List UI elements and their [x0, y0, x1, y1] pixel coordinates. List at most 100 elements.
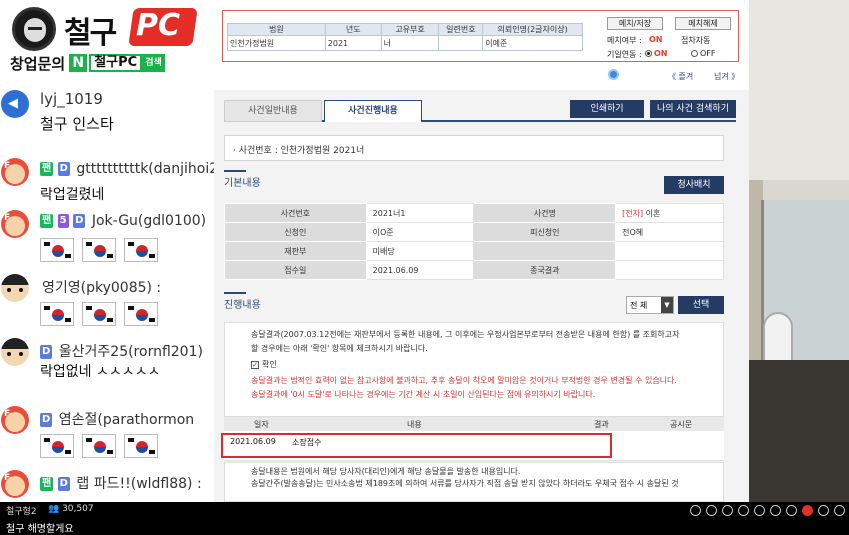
- notice-line: 송달결과(2007.03.12전에는 재판부에서 등록한 내용에, 그 이후에는…: [251, 330, 680, 339]
- channel-logo: 철구 PC 창업문의 N 철구PC 검색: [0, 0, 214, 80]
- tab-case-general[interactable]: 사건일반내용: [224, 100, 322, 122]
- serial-input[interactable]: [438, 35, 484, 51]
- table-value: 2021.06.09: [365, 260, 475, 280]
- date-link-on-label: ON: [654, 49, 668, 58]
- history-table-header: 일자 내용 결과 공시문: [224, 417, 724, 431]
- delivery-notice-2: 송달내용은 법원에서 해당 당사자(대리인)에게 해당 송달물을 발송한 내용입…: [224, 462, 724, 502]
- tagline-prefix: 창업문의: [10, 54, 66, 73]
- table-value: 2021너1: [365, 203, 475, 223]
- avatar: F: [1, 210, 29, 238]
- favorites-next-link[interactable]: 넘겨 》: [714, 71, 739, 82]
- settings-icon[interactable]: [818, 505, 829, 516]
- checkbox-checked-icon: ✓: [251, 360, 259, 369]
- share-icon[interactable]: [690, 505, 701, 516]
- year-select[interactable]: 2021: [324, 35, 382, 51]
- print-button[interactable]: 인쇄하기: [570, 100, 644, 118]
- chat-nick-text: 울산거주25(rornfl201): [58, 344, 203, 360]
- chevron-down-icon: ▼: [661, 297, 673, 313]
- chat-message: 영기영(pky0085) :: [0, 272, 214, 334]
- table-value: 전O혜: [615, 222, 724, 242]
- chat-nick[interactable]: 팬 5 D Jok-Gu(gdl0100): [40, 213, 206, 229]
- notice-line: 송달내용은 법원에서 해당 당사자(대리인)에게 해당 송달물을 발송한 내용입…: [251, 467, 521, 476]
- confirm-checkbox[interactable]: ✓ 확인: [251, 359, 715, 371]
- col-content: 내용: [407, 420, 422, 429]
- code-select[interactable]: 너: [380, 35, 440, 51]
- court-select[interactable]: 인천가정법원: [227, 35, 326, 51]
- chat-nick[interactable]: 팬 D gttttttttttk(danjihoi23): [40, 161, 214, 177]
- match-save-button[interactable]: 메치/저장: [607, 17, 663, 30]
- client-header: 의뢰인명(2글자이상): [482, 22, 583, 37]
- chat-nick-text: gttttttttttk(danjihoi23): [76, 161, 214, 177]
- gift-icon[interactable]: [754, 505, 765, 516]
- fan-badge: 팬: [40, 214, 54, 228]
- serial-header: 일련번호: [438, 22, 484, 37]
- case-search-form: 법원 년도 고유부호 일련번호 의뢰인명(2글자이상) 인천가정법원 2021 …: [227, 22, 583, 51]
- live-icon[interactable]: [802, 505, 813, 516]
- logo-face-icon: [12, 7, 56, 51]
- table-key: 사건명: [473, 203, 617, 223]
- basic-info-table: 사건번호 2021너1 사건명 [전자] 이혼 신청인 이O준 피신청인 전O혜…: [224, 203, 724, 280]
- chat-text: 락업없네 ㅅㅅㅅㅅㅅ: [40, 364, 161, 380]
- favorite-star-icon[interactable]: [834, 505, 845, 516]
- table-row: 신청인 이O준 피신청인 전O혜: [224, 222, 724, 242]
- emoji-row: [40, 238, 166, 266]
- confirm-label: 확인: [262, 360, 277, 369]
- section-basic-title: 기본내용: [224, 170, 261, 189]
- date-link-on-radio[interactable]: ON: [645, 49, 668, 58]
- sub-badge: D: [57, 477, 70, 491]
- chat-icon[interactable]: [706, 505, 717, 516]
- favorites-prev-link[interactable]: 《 즐겨: [668, 71, 693, 82]
- tab-case-progress[interactable]: 사건진행내용: [324, 100, 422, 122]
- col-result: 결과: [594, 420, 609, 429]
- level-badge: 5: [57, 214, 69, 228]
- section-basic-label: 기본내용: [224, 178, 261, 189]
- pinned-nick[interactable]: lyj_1019: [40, 90, 103, 108]
- naver-n-icon: N: [69, 54, 88, 72]
- korea-flag-icon: [40, 434, 74, 458]
- sub-badge: D: [57, 162, 70, 176]
- favorites-pager: 《 즐겨 넘겨 》: [222, 66, 739, 86]
- chat-nick[interactable]: D 울산거주25(rornfl201): [40, 341, 203, 361]
- korea-flag-icon: [40, 302, 74, 326]
- korea-flag-icon: [82, 434, 116, 458]
- quality-icon[interactable]: [722, 505, 733, 516]
- chat-nick[interactable]: 영기영(pky0085) :: [40, 277, 161, 297]
- date-link-off-radio[interactable]: OFF: [691, 49, 716, 58]
- sub-badge: D: [73, 214, 86, 228]
- auto-step-label: 접차자동: [681, 36, 711, 45]
- fan-badge: 팬: [40, 162, 54, 176]
- table-key: 재판부: [224, 241, 367, 261]
- progress-filter-select[interactable]: 전 체 ▼: [626, 296, 674, 314]
- table-value: [615, 260, 724, 280]
- tagline-search-term: 철구PC: [89, 54, 143, 72]
- notice-line: 송달간주(발송송달)는 민사소송법 제189조에 의하여 서류를 당사자가 직접…: [251, 479, 679, 488]
- webcam-view: [749, 0, 849, 502]
- date-link-off-label: OFF: [700, 49, 716, 58]
- chat-message: F 팬 5 D Jok-Gu(gdl0100): [0, 208, 214, 270]
- chat-nick[interactable]: D 염손절(parathormon: [40, 409, 194, 429]
- chat-nick[interactable]: 팬 D 랩 파드!!(wldfl88) :: [40, 473, 202, 493]
- settings-gear-icon[interactable]: [608, 69, 619, 80]
- select-button[interactable]: 선택: [678, 296, 724, 314]
- avatar: [1, 274, 29, 302]
- section-underline: [224, 170, 246, 172]
- logo-pc-text: PC: [136, 8, 181, 43]
- delivery-notice: 송달결과(2007.03.12전에는 재판부에서 등록한 내용에, 그 이후에는…: [224, 322, 724, 417]
- stream-title: 철구형2: [6, 507, 37, 517]
- mic-icon[interactable]: [738, 505, 749, 516]
- download-icon[interactable]: [786, 505, 797, 516]
- heart-icon[interactable]: [770, 505, 781, 516]
- client-input[interactable]: 이예준: [482, 35, 583, 51]
- chat-nick-text: Jok-Gu(gdl0100): [91, 213, 207, 229]
- speaker-icon: ◀: [1, 90, 29, 118]
- court-case-page: 법원 년도 고유부호 일련번호 의뢰인명(2글자이상) 인천가정법원 2021 …: [214, 0, 749, 502]
- match-status-value: ON: [649, 35, 663, 44]
- pinned-text: 철구 인스타: [40, 115, 114, 133]
- court-review-button[interactable]: 청사배치: [664, 176, 724, 194]
- ceiling: [749, 0, 849, 180]
- match-clear-button[interactable]: 메치해제: [675, 17, 731, 30]
- player-bottom-bar: 철구형2 👥 30,507 철구 해명할게요: [0, 502, 849, 535]
- my-case-search-button[interactable]: 나의 사건 검색하기: [650, 100, 736, 118]
- year-header: 년도: [324, 22, 382, 37]
- table-key: 접수일: [224, 260, 367, 280]
